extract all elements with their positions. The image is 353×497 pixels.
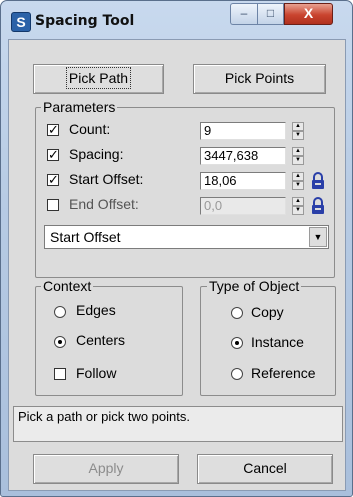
title-bar[interactable]: S Spacing Tool ‒ □ X: [1, 1, 352, 39]
type-of-object-group-label: Type of Object: [207, 278, 302, 294]
spacing-tool-window: S Spacing Tool ‒ □ X Pick Path Pick Poin…: [0, 0, 353, 497]
offset-mode-dropdown[interactable]: Start Offset ▼: [44, 225, 329, 249]
lock-icon[interactable]: [310, 172, 326, 190]
spacing-spinner[interactable]: ▲ ▼: [292, 147, 304, 165]
follow-checkbox[interactable]: [54, 368, 66, 380]
spinner-up-arrow-icon[interactable]: ▲: [292, 197, 304, 206]
chevron-down-icon[interactable]: ▼: [309, 227, 327, 247]
spinner-down-arrow-icon[interactable]: ▼: [292, 156, 304, 165]
end-offset-checkbox[interactable]: [47, 199, 59, 211]
spacing-row: ✓ Spacing: 3447,638 ▲ ▼: [9, 145, 339, 167]
start-offset-checkbox[interactable]: ✓: [47, 173, 59, 186]
count-spinner[interactable]: ▲ ▼: [292, 122, 304, 140]
count-row: ✓ Count: 9 ▲ ▼: [9, 120, 339, 142]
app-icon[interactable]: S: [11, 12, 31, 32]
edges-radio[interactable]: [54, 306, 66, 318]
start-offset-row: ✓ Start Offset: 18,06 ▲ ▼: [9, 170, 339, 192]
spacing-checkbox[interactable]: ✓: [47, 148, 59, 161]
spinner-down-arrow-icon[interactable]: ▼: [292, 206, 304, 215]
spinner-up-arrow-icon[interactable]: ▲: [292, 172, 304, 181]
follow-label: Follow: [76, 365, 117, 381]
end-offset-label: End Offset:: [69, 196, 139, 212]
centers-label: Centers: [76, 332, 126, 348]
window-title: Spacing Tool: [35, 13, 135, 29]
count-label: Count:: [69, 121, 111, 137]
start-offset-input[interactable]: 18,06: [200, 172, 286, 190]
cancel-button[interactable]: Cancel: [197, 454, 333, 484]
pick-path-button[interactable]: Pick Path: [33, 64, 164, 94]
spacing-input[interactable]: 3447,638: [200, 147, 286, 165]
copy-label: Copy: [251, 304, 284, 320]
count-checkbox[interactable]: ✓: [47, 123, 59, 136]
centers-radio[interactable]: [54, 336, 66, 348]
edges-label: Edges: [76, 302, 116, 318]
spinner-down-arrow-icon[interactable]: ▼: [292, 181, 304, 190]
end-offset-row: End Offset: 0,0 ▲ ▼: [9, 195, 339, 217]
context-group-label: Context: [41, 278, 94, 294]
spinner-up-arrow-icon[interactable]: ▲: [292, 122, 304, 131]
spinner-up-arrow-icon[interactable]: ▲: [292, 147, 304, 156]
end-offset-input[interactable]: 0,0: [200, 197, 286, 215]
parameters-group-label: Parameters: [41, 99, 118, 115]
apply-button[interactable]: Apply: [33, 454, 179, 484]
dialog-client-area: Pick Path Pick Points Parameters ✓ Count…: [8, 39, 346, 491]
count-input[interactable]: 9: [200, 122, 286, 140]
status-message: Pick a path or pick two points.: [13, 406, 343, 442]
close-button[interactable]: X: [284, 3, 333, 25]
reference-label: Reference: [251, 365, 316, 381]
start-offset-spinner[interactable]: ▲ ▼: [292, 172, 304, 190]
instance-radio[interactable]: [231, 337, 243, 349]
start-offset-label: Start Offset:: [69, 171, 144, 187]
pick-points-button[interactable]: Pick Points: [193, 64, 326, 94]
maximize-button[interactable]: □: [257, 3, 284, 25]
end-offset-spinner[interactable]: ▲ ▼: [292, 197, 304, 215]
copy-radio[interactable]: [231, 307, 243, 319]
instance-label: Instance: [251, 334, 304, 350]
reference-radio[interactable]: [231, 368, 243, 380]
minimize-button[interactable]: ‒: [230, 3, 257, 25]
dropdown-selected-value: Start Offset: [50, 229, 121, 245]
spacing-label: Spacing:: [69, 146, 124, 162]
lock-icon[interactable]: [310, 197, 326, 215]
spinner-down-arrow-icon[interactable]: ▼: [292, 131, 304, 140]
